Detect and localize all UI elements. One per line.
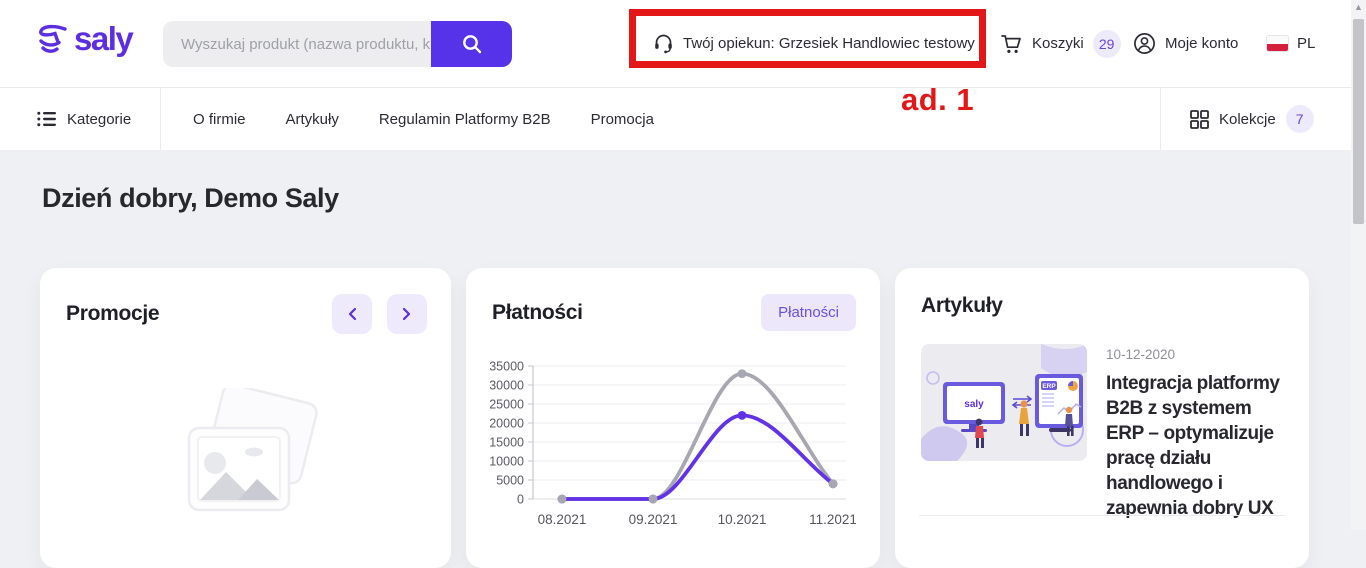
- categories-menu-button[interactable]: Kategorie: [37, 88, 131, 150]
- header: saly Twój opiekun: Grzesiek Handlowiec t…: [0, 0, 1366, 88]
- series-gray-point: [649, 495, 658, 504]
- y-tick-label: 30000: [490, 379, 524, 393]
- main-navigation: Kategorie O firmie Artykuły Regulamin Pl…: [0, 88, 1366, 151]
- article-title[interactable]: Integracja platformy B2B z systemem ERP …: [1106, 371, 1290, 521]
- collections-label: Kolekcje: [1219, 111, 1276, 128]
- collections-count-badge: 7: [1286, 105, 1314, 133]
- nav-links: O firmie Artykuły Regulamin Platformy B2…: [193, 88, 654, 150]
- nav-link-regulamin[interactable]: Regulamin Platformy B2B: [379, 111, 551, 128]
- saly-logo[interactable]: saly: [34, 20, 132, 58]
- chevron-right-icon: [402, 307, 412, 321]
- y-tick-label: 25000: [490, 398, 524, 412]
- categories-label: Kategorie: [67, 111, 131, 128]
- carts-button[interactable]: Koszyki 29: [1000, 0, 1121, 87]
- headset-icon: [653, 33, 674, 54]
- carousel-prev-button[interactable]: [332, 294, 372, 334]
- nav-divider: [160, 88, 161, 150]
- language-label: PL: [1297, 35, 1315, 52]
- poland-flag-icon: [1266, 35, 1289, 52]
- collections-button[interactable]: Kolekcje 7: [1190, 88, 1314, 150]
- x-tick-label: 09.2021: [629, 512, 678, 527]
- search-icon: [460, 32, 484, 56]
- series-purple-point: [738, 411, 747, 420]
- article-item[interactable]: saly ERP: [921, 344, 1290, 521]
- language-selector[interactable]: PL: [1266, 0, 1315, 87]
- svg-text:ERP: ERP: [1042, 383, 1056, 390]
- y-tick-label: 20000: [490, 417, 524, 431]
- promotions-card: Promocje: [40, 268, 451, 568]
- y-tick-label: 15000: [490, 436, 524, 450]
- series-gray-point: [738, 369, 747, 378]
- greeting-heading: Dzień dobry, Demo Saly: [42, 183, 339, 214]
- user-circle-icon: [1133, 32, 1156, 55]
- nav-divider: [1160, 88, 1161, 150]
- article-divider: [919, 515, 1285, 516]
- account-manager-label: Twój opiekun: Grzesiek Handlowiec testow…: [683, 35, 975, 52]
- carts-label: Koszyki: [1032, 35, 1084, 52]
- image-placeholder-icon: [153, 388, 338, 538]
- articles-card: Artykuły saly: [895, 268, 1309, 568]
- search-button[interactable]: [431, 21, 512, 67]
- carts-count-badge: 29: [1093, 30, 1121, 58]
- articles-title: Artykuły: [921, 294, 1003, 318]
- y-tick-label: 5000: [496, 474, 524, 488]
- x-tick-label: 10.2021: [718, 512, 767, 527]
- nav-link-o-firmie[interactable]: O firmie: [193, 111, 246, 128]
- chevron-left-icon: [347, 307, 357, 321]
- y-tick-label: 35000: [490, 360, 524, 374]
- account-manager-button[interactable]: Twój opiekun: Grzesiek Handlowiec testow…: [653, 0, 975, 87]
- carousel-next-button[interactable]: [387, 294, 427, 334]
- payments-chart: 0 5000 10000 15000 20000 25000 30000 35000 08.20…: [490, 356, 856, 534]
- x-tick-label: 11.2021: [809, 512, 856, 527]
- scrollbar-thumb[interactable]: [1353, 19, 1364, 224]
- payments-title: Płatności: [492, 301, 583, 325]
- my-account-label: Moje konto: [1165, 35, 1238, 52]
- promotions-title: Promocje: [66, 302, 159, 326]
- vertical-scrollbar[interactable]: ▲: [1351, 0, 1366, 530]
- payments-link-button[interactable]: Płatności: [761, 294, 856, 331]
- series-gray-point: [829, 479, 838, 488]
- article-thumbnail[interactable]: saly ERP: [921, 344, 1087, 461]
- article-date: 10-12-2020: [1106, 347, 1290, 362]
- payments-card: Płatności Płatności 0 5000 10000 15000 20000…: [466, 268, 880, 568]
- list-icon: [37, 111, 56, 127]
- logo-text: saly: [74, 20, 132, 58]
- cart-logo-icon: [34, 21, 72, 57]
- page-content: Dzień dobry, Demo Saly Promocje: [0, 150, 1366, 530]
- y-tick-label: 0: [517, 493, 524, 507]
- nav-link-promocja[interactable]: Promocja: [591, 111, 654, 128]
- grid-icon: [1190, 110, 1209, 129]
- annotation-label: ad. 1: [901, 82, 974, 118]
- series-purple-line: [562, 415, 833, 499]
- x-tick-label: 08.2021: [538, 512, 587, 527]
- svg-text:saly: saly: [964, 399, 984, 410]
- y-tick-label: 10000: [490, 455, 524, 469]
- cart-icon: [1000, 33, 1023, 55]
- dashboard-cards: Promocje: [40, 268, 1309, 568]
- scrollbar-up-arrow[interactable]: ▲: [1351, 2, 1366, 12]
- search-bar: [163, 21, 512, 67]
- nav-link-artykuly[interactable]: Artykuły: [286, 111, 339, 128]
- my-account-button[interactable]: Moje konto: [1133, 0, 1238, 87]
- search-input[interactable]: [163, 21, 431, 67]
- series-gray-point: [558, 495, 567, 504]
